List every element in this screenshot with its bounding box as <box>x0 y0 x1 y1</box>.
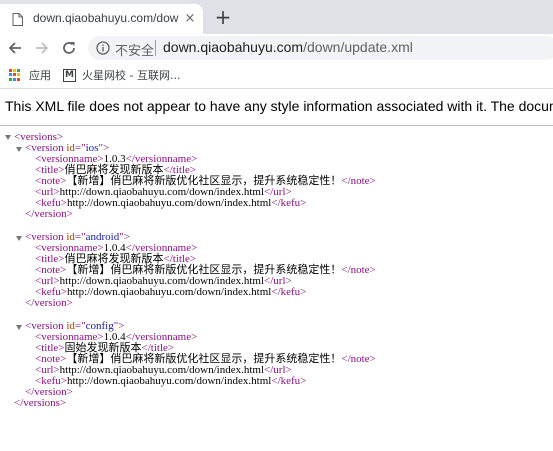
bookmark-huoxing[interactable]: M 火星网校 - 互联网... <box>63 65 180 85</box>
version-close-tag: </version> <box>25 208 73 220</box>
url-path: /down/update.xml <box>303 39 413 55</box>
apps-grid-icon <box>9 69 21 81</box>
arrow-left-icon <box>8 42 21 54</box>
address-bar[interactable]: 不安全 down.qiaobahuyu.com/down/update.xml <box>88 36 553 60</box>
kefu-element: <kefu>http://down.qiaobahuyu.com/down/in… <box>35 375 307 387</box>
xml-info-text: This XML file does not appear to have an… <box>5 98 553 114</box>
arrow-right-icon <box>36 42 49 54</box>
close-tab-icon[interactable]: × <box>181 10 199 28</box>
collapse-triangle-icon[interactable] <box>5 135 11 140</box>
version-close-tag: </version> <box>25 297 73 309</box>
bookmark-apps[interactable]: 应用 <box>9 65 51 85</box>
browser-toolbar: 不安全 down.qiaobahuyu.com/down/update.xml <box>0 34 553 62</box>
url-divider <box>155 40 156 56</box>
collapse-triangle-icon[interactable] <box>16 325 22 330</box>
reload-button[interactable] <box>58 37 80 59</box>
info-icon[interactable] <box>96 41 110 55</box>
forward-button[interactable] <box>31 37 53 59</box>
security-label[interactable]: 不安全 <box>115 40 154 59</box>
document-icon <box>10 12 24 26</box>
tab-title: down.qiaobahuyu.com/down/ <box>33 11 179 25</box>
bookmark-label: 应用 <box>29 69 51 82</box>
new-tab-button[interactable]: + <box>212 7 234 29</box>
url-host: down.qiaobahuyu.com <box>163 39 304 55</box>
browser-tab[interactable]: down.qiaobahuyu.com/down/ × <box>0 4 203 34</box>
collapse-triangle-icon[interactable] <box>16 147 22 152</box>
m-logo-icon: M <box>63 68 76 82</box>
reload-icon <box>63 42 75 54</box>
back-button[interactable] <box>4 37 26 59</box>
kefu-element: <kefu>http://down.qiaobahuyu.com/down/in… <box>35 197 307 209</box>
page-content: This XML file does not appear to have an… <box>0 89 553 451</box>
collapse-triangle-icon[interactable] <box>16 236 22 241</box>
bookmark-label: 火星网校 - 互联网... <box>82 69 181 82</box>
versions-close-tag: </versions> <box>14 397 67 409</box>
tab-strip: down.qiaobahuyu.com/down/ × + <box>0 0 553 34</box>
xml-info-header: This XML file does not appear to have an… <box>0 89 553 126</box>
url-text[interactable]: down.qiaobahuyu.com/down/update.xml <box>163 39 413 55</box>
kefu-element: <kefu>http://down.qiaobahuyu.com/down/in… <box>35 286 307 298</box>
bookmarks-bar: 应用 M 火星网校 - 互联网... <box>0 62 553 89</box>
